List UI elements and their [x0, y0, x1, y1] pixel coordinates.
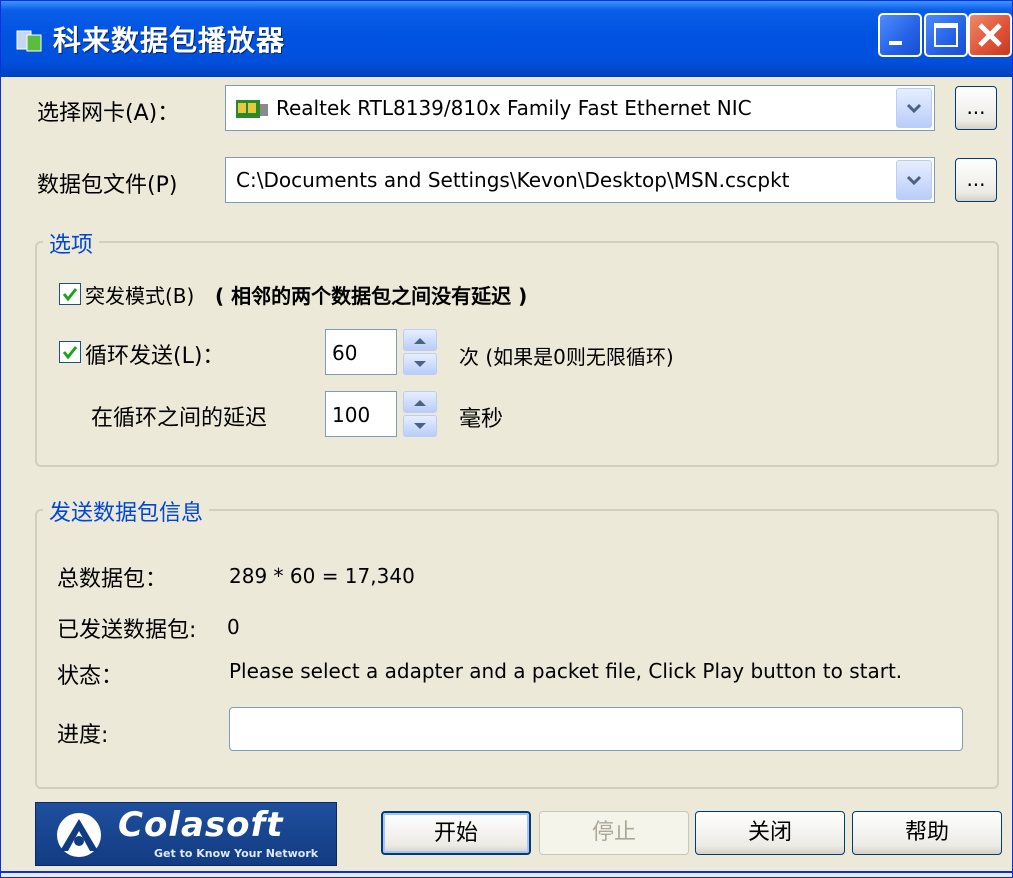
adapter-value: Realtek RTL8139/810x Family Fast Etherne…: [276, 96, 752, 120]
packet-file-label: 数据包文件(P): [37, 173, 178, 198]
loop-delay-label: 在循环之间的延迟: [91, 406, 268, 431]
loop-count-input[interactable]: 60: [325, 329, 397, 375]
loop-count-unit: 次 (如果是0则无限循环): [459, 345, 674, 369]
packet-file-value: C:\Documents and Settings\Kevon\Desktop\…: [236, 168, 790, 192]
close-button[interactable]: 关闭: [695, 811, 845, 855]
sent-packets-label: 已发送数据包:: [57, 618, 197, 643]
total-packets-label: 总数据包：: [57, 567, 168, 592]
close-icon: [978, 23, 1002, 47]
chevron-down-icon: [906, 175, 922, 186]
logo-tagline: Get to Know Your Network: [154, 847, 319, 860]
loop-count-value: 60: [332, 341, 358, 365]
window-bottom-border: [1, 871, 1012, 873]
title-bar[interactable]: 科来数据包播放器: [1, 1, 1012, 77]
adapter-label: 选择网卡(A)：: [37, 101, 180, 126]
total-packets-value: 289 * 60 = 17,340: [229, 564, 415, 588]
progress-label: 进度:: [57, 723, 109, 748]
close-window-button[interactable]: [968, 13, 1012, 57]
app-icon: [16, 30, 42, 52]
burst-mode-label: 突发模式(B): [85, 284, 195, 308]
packet-file-browse-button[interactable]: ...: [955, 158, 997, 202]
send-info-group-title: 发送数据包信息: [43, 495, 210, 527]
caret-up-icon: [414, 400, 426, 406]
stepper-down-button[interactable]: [403, 415, 437, 437]
burst-mode-note: ( 相邻的两个数据包之间没有延迟 ): [215, 284, 528, 308]
stop-button[interactable]: 停止: [539, 811, 689, 855]
stepper-up-button[interactable]: [403, 329, 437, 351]
loop-count-stepper[interactable]: [403, 329, 437, 375]
caret-up-icon: [414, 338, 426, 344]
start-button[interactable]: 开始: [381, 811, 531, 855]
loop-delay-stepper[interactable]: [403, 391, 437, 437]
adapter-select[interactable]: Realtek RTL8139/810x Family Fast Etherne…: [225, 85, 935, 131]
stepper-down-button[interactable]: [403, 353, 437, 375]
maximize-icon: [934, 23, 958, 47]
colasoft-logo: Colasoft Get to Know Your Network: [35, 802, 337, 866]
status-label: 状态：: [57, 664, 124, 689]
burst-mode-checkbox[interactable]: [59, 283, 81, 305]
stepper-up-button[interactable]: [403, 391, 437, 413]
packet-file-dropdown-arrow[interactable]: [896, 160, 932, 200]
logo-name: Colasoft: [118, 805, 284, 845]
adapter-dropdown-arrow[interactable]: [896, 88, 932, 128]
colasoft-logo-icon: [57, 813, 101, 857]
minimize-icon: [889, 41, 902, 45]
minimize-button[interactable]: [878, 13, 922, 57]
options-group-title: 选项: [43, 227, 100, 259]
loop-send-checkbox[interactable]: [59, 341, 81, 363]
chevron-down-icon: [906, 103, 922, 114]
network-card-icon: [236, 100, 268, 118]
adapter-browse-button[interactable]: ...: [955, 86, 997, 130]
dialog-body: 选择网卡(A)： Realtek RTL8139/810x Family Fas…: [1, 77, 1012, 877]
progress-bar: [229, 707, 963, 751]
sent-packets-value: 0: [227, 615, 240, 639]
checkmark-icon: [62, 288, 78, 302]
help-button[interactable]: 帮助: [852, 811, 1002, 855]
loop-delay-unit: 毫秒: [459, 407, 504, 432]
player-window: 科来数据包播放器 选择网卡(A)： Realtek RTL8139/810x F…: [0, 0, 1013, 878]
status-value: Please select a adapter and a packet fil…: [229, 659, 903, 683]
caret-down-icon: [414, 361, 426, 367]
window-title: 科来数据包播放器: [53, 24, 286, 57]
checkmark-icon: [62, 346, 78, 360]
caret-down-icon: [414, 423, 426, 429]
loop-delay-input[interactable]: 100: [325, 391, 397, 437]
maximize-button[interactable]: [924, 13, 968, 57]
loop-send-label: 循环发送(L)：: [85, 344, 225, 369]
loop-delay-value: 100: [332, 403, 371, 427]
packet-file-select[interactable]: C:\Documents and Settings\Kevon\Desktop\…: [225, 157, 935, 203]
